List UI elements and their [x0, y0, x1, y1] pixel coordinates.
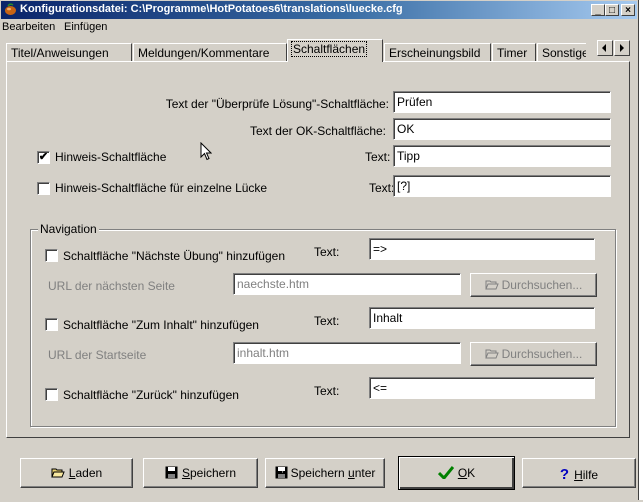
save-as-icon: ? [275, 466, 288, 479]
back-text-label: Text: [314, 384, 340, 398]
contents-checkbox[interactable] [45, 318, 58, 331]
hint-text-label: Text: [365, 150, 391, 164]
navigation-group-title: Navigation [38, 222, 99, 236]
hotpotatoes-app-icon [5, 3, 16, 15]
save-button-label: peichern [189, 466, 237, 480]
folder-open-icon [484, 349, 499, 359]
hint-button-checkbox[interactable]: ✔ [37, 151, 50, 164]
next-exercise-label: Schaltfläche "Nächste Übung" hinzufügen [63, 249, 285, 263]
contents-text-label: Text: [314, 314, 340, 328]
hint-text-input[interactable]: Tipp [393, 145, 611, 167]
ok-button-label: O [457, 466, 468, 480]
gap-hint-text-input[interactable]: [?] [393, 175, 611, 197]
contents-text-input[interactable]: Inhalt [369, 307, 595, 329]
tab-scroll-right-button[interactable] [614, 40, 630, 56]
arrow-right-icon [620, 44, 624, 52]
checkmark-icon [437, 466, 454, 481]
window-title: Konfigurationsdatei: C:\Programme\HotPot… [20, 3, 403, 15]
ok-button-text-input[interactable]: OK [393, 118, 611, 140]
tab-titel-anweisungen[interactable]: Titel/Anweisungen [6, 43, 132, 61]
tab-sonstige[interactable]: Sonstige [537, 43, 586, 61]
tab-meldungen-kommentare[interactable]: Meldungen/Kommentare [133, 43, 287, 61]
arrow-left-icon [602, 44, 606, 52]
question-mark-icon: ? [559, 466, 570, 483]
contents-label: Schaltfläche "Zum Inhalt" hinzufügen [63, 318, 259, 332]
maximize-button[interactable]: □ [605, 4, 619, 16]
browse-next-url-label: Durchsuchen... [501, 278, 583, 292]
help-button-label: ilfe [582, 468, 599, 482]
browse-start-url-label: Durchsuchen... [501, 347, 583, 361]
tab-erscheinungsbild[interactable]: Erscheinungsbild [384, 43, 491, 61]
title-bar[interactable]: Konfigurationsdatei: C:\Programme\HotPot… [1, 1, 637, 19]
load-button-label: aden [75, 466, 103, 480]
save-as-button-label: Speichern unter [290, 466, 376, 480]
back-checkbox[interactable] [45, 388, 58, 401]
browse-start-url-button[interactable]: Durchsuchen... [470, 342, 597, 366]
next-exercise-text-input[interactable]: => [369, 238, 595, 260]
back-label: Schaltfläche "Zurück" hinzufügen [63, 388, 239, 402]
folder-open-icon [484, 280, 499, 290]
tab-strip: Titel/Anweisungen Meldungen/Kommentare S… [6, 39, 586, 62]
check-button-text-input[interactable]: Prüfen [393, 91, 611, 113]
floppy-disk-icon [165, 466, 178, 479]
help-button[interactable]: ? Hilfe [522, 458, 636, 488]
menu-bearbeiten[interactable]: Bearbeiten [2, 21, 55, 33]
save-as-button[interactable]: ? Speichern unter [265, 458, 385, 488]
check-button-label: Text der "Überprüfe Lösung"-Schaltfläche… [165, 97, 389, 111]
next-exercise-text-label: Text: [314, 245, 340, 259]
mouse-cursor-icon [200, 142, 212, 161]
hint-button-label: Hinweis-Schaltfläche [55, 150, 167, 164]
next-exercise-checkbox[interactable] [45, 249, 58, 262]
gap-hint-text-label: Text: [369, 181, 395, 195]
start-url-input[interactable]: inhalt.htm [233, 342, 461, 364]
ok-button[interactable]: OK [398, 456, 515, 490]
tab-scroll-left-button[interactable] [597, 40, 613, 56]
next-url-label: URL der nächsten Seite [48, 279, 175, 293]
close-button[interactable]: × [621, 4, 635, 16]
minimize-button[interactable]: _ [591, 4, 605, 16]
browse-next-url-button[interactable]: Durchsuchen... [470, 273, 597, 297]
folder-open-icon [51, 468, 65, 478]
tab-schaltflaechen[interactable]: Schaltflächen [287, 39, 383, 62]
tab-timer[interactable]: Timer [492, 43, 536, 61]
back-text-input[interactable]: <= [369, 377, 595, 399]
start-url-label: URL der Startseite [48, 348, 147, 362]
config-window: Konfigurationsdatei: C:\Programme\HotPot… [0, 0, 639, 500]
next-url-input[interactable]: naechste.htm [233, 273, 461, 295]
menu-einfuegen[interactable]: Einfügen [64, 21, 107, 33]
load-button[interactable]: Laden [20, 458, 133, 488]
ok-button-label: Text der OK-Schaltfläche: [249, 124, 386, 138]
gap-hint-label: Hinweis-Schaltfläche für einzelne Lücke [55, 181, 268, 195]
save-button[interactable]: Speichern [143, 458, 258, 488]
gap-hint-checkbox[interactable] [37, 182, 50, 195]
